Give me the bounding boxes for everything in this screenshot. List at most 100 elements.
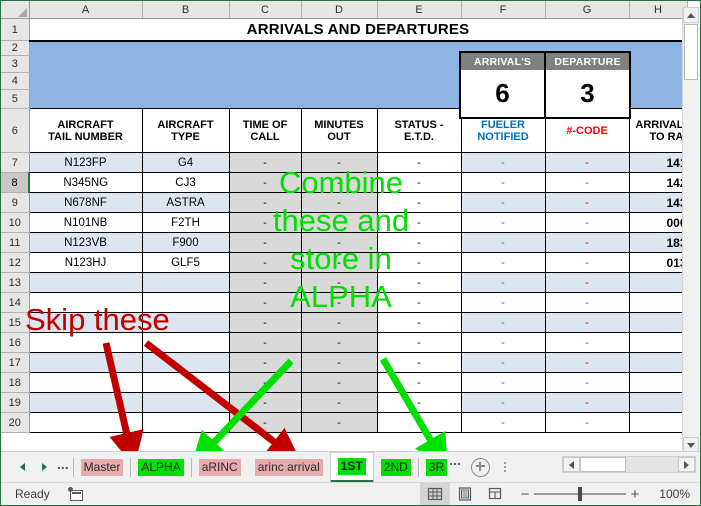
header-status-etd[interactable]: STATUS - E.T.D. [376,108,462,153]
cell-minutes-out[interactable]: - [301,272,378,293]
cell-arrival-to-ra[interactable] [629,372,688,393]
cell-tail[interactable] [29,292,143,313]
cell-code[interactable]: - [545,372,630,393]
cell-time-of-call[interactable]: - [229,412,302,433]
cell-arrival-to-ra[interactable] [629,352,688,373]
zoom-out-button[interactable]: − [516,486,534,503]
row-header-5[interactable]: 5 [1,89,30,109]
cell-status-etd[interactable]: - [377,192,462,213]
sheet-title[interactable]: ARRIVALS AND DEPARTURES [29,18,688,42]
cell-fueler-notified[interactable]: - [461,212,546,233]
row-header-7[interactable]: 7 [1,152,30,173]
cell-fueler-notified[interactable]: - [461,172,546,193]
cell-time-of-call[interactable]: - [229,292,302,313]
row-header-20[interactable]: 20 [1,412,30,433]
table-row[interactable]: 17 - - - - - [1,352,688,373]
column-header-h[interactable]: H [629,1,688,19]
cell-type[interactable] [142,312,230,333]
cell-status-etd[interactable]: - [377,312,462,333]
table-row[interactable]: 19 - - - - - [1,392,688,413]
cell-code[interactable]: - [545,252,630,273]
scroll-right-button[interactable] [678,457,695,472]
cell-minutes-out[interactable]: - [301,292,378,313]
cell-time-of-call[interactable]: - [229,332,302,353]
header-arrival-to-ra[interactable]: ARRIVAL TO RA [628,108,688,153]
cell-fueler-notified[interactable]: - [461,292,546,313]
header-aircraft-type[interactable]: AIRCRAFT TYPE [141,108,230,153]
row-header-19[interactable]: 19 [1,392,30,413]
cell-status-etd[interactable]: - [377,272,462,293]
zoom-slider[interactable] [534,487,626,501]
row-header-6[interactable]: 6 [1,108,30,153]
spreadsheet-grid[interactable]: A B C D E F G H 1 ARRIVALS AND DEPARTURE… [1,1,700,453]
cell-type[interactable]: ASTRA [142,192,230,213]
row-header-13[interactable]: 13 [1,272,30,293]
cell-time-of-call[interactable]: - [229,312,302,333]
cell-minutes-out[interactable]: - [301,212,378,233]
cell-type[interactable] [142,392,230,413]
cell-code[interactable]: - [545,172,630,193]
cell-time-of-call[interactable]: - [229,152,302,173]
cell-time-of-call[interactable]: - [229,272,302,293]
cell-type[interactable] [142,332,230,353]
record-macro-icon[interactable] [67,487,85,501]
cell-type[interactable] [142,272,230,293]
column-header-a[interactable]: A [29,1,143,19]
cell-type[interactable] [142,292,230,313]
cell-tail[interactable]: N123VB [29,232,143,253]
cell-status-etd[interactable]: - [377,232,462,253]
column-header-c[interactable]: C [229,1,302,19]
cell-fueler-notified[interactable]: - [461,312,546,333]
row-header-3[interactable]: 3 [1,55,30,73]
table-row[interactable]: 16 - - - - - [1,332,688,353]
row-header-9[interactable]: 9 [1,192,30,213]
sheet-tab-3r[interactable]: 3R [419,452,449,483]
cell-arrival-to-ra[interactable]: 013 [629,252,688,273]
cell-type[interactable] [142,372,230,393]
cell-tail[interactable] [29,272,143,293]
normal-view-button[interactable] [420,483,450,505]
cell-minutes-out[interactable]: - [301,312,378,333]
scroll-left-button[interactable] [563,457,580,472]
row-header-12[interactable]: 12 [1,252,30,273]
cell-type[interactable]: CJ3 [142,172,230,193]
zoom-in-button[interactable]: + [626,486,644,503]
tab-more-options-button[interactable] [497,455,513,479]
cell-type[interactable]: G4 [142,152,230,173]
cell-code[interactable]: - [545,312,630,333]
cell-tail[interactable]: N101NB [29,212,143,233]
cell-arrival-to-ra[interactable]: 000 [629,212,688,233]
vertical-scroll-thumb[interactable] [684,24,698,80]
scroll-up-button[interactable] [683,7,699,23]
cell-tail[interactable] [29,412,143,433]
cell-type[interactable] [142,412,230,433]
next-sheet-button[interactable] [33,456,55,478]
cell-status-etd[interactable]: - [377,172,462,193]
cell-fueler-notified[interactable]: - [461,412,546,433]
cell-tail[interactable]: N345NG [29,172,143,193]
cell-tail[interactable] [29,332,143,353]
cell-minutes-out[interactable]: - [301,192,378,213]
cell-fueler-notified[interactable]: - [461,392,546,413]
table-row[interactable]: 8 N345NG CJ3 - - - - - 142 [1,172,688,193]
column-header-g[interactable]: G [545,1,630,19]
cell-time-of-call[interactable]: - [229,232,302,253]
cell-status-etd[interactable]: - [377,352,462,373]
row-header-18[interactable]: 18 [1,372,30,393]
table-row[interactable]: 13 - - - - - [1,272,688,293]
cell-minutes-out[interactable]: - [301,232,378,253]
table-row[interactable]: 9 N678NF ASTRA - - - - - 143 [1,192,688,213]
cell-tail[interactable] [29,352,143,373]
cell-arrival-to-ra[interactable]: 183 [629,232,688,253]
horizontal-scroll-thumb[interactable] [580,457,626,472]
table-row[interactable]: 12 N123HJ GLF5 - - - - - 013 [1,252,688,273]
cell-fueler-notified[interactable]: - [461,252,546,273]
cell-time-of-call[interactable]: - [229,212,302,233]
cell-tail[interactable]: N123HJ [29,252,143,273]
header-aircraft-tail-number[interactable]: AIRCRAFT TAIL NUMBER [28,108,143,153]
cell-code[interactable]: - [545,192,630,213]
cell-tail[interactable] [29,392,143,413]
cell-status-etd[interactable]: - [377,392,462,413]
cell-time-of-call[interactable]: - [229,252,302,273]
cell-minutes-out[interactable]: - [301,372,378,393]
